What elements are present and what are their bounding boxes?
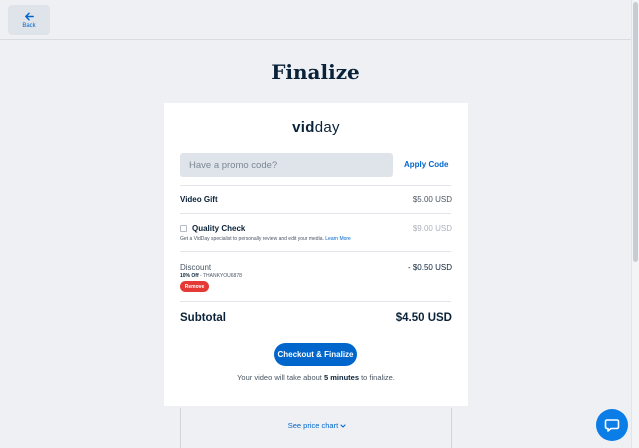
apply-code-button[interactable]: Apply Code	[404, 160, 448, 169]
card-torn-edge-top	[164, 100, 468, 104]
subtotal-value: $4.50 USD	[395, 312, 452, 324]
price-chart-panel: See price chart	[180, 408, 452, 448]
discount-code: 10% Off - THANKYOU6878	[180, 273, 242, 279]
discount-code-value: THANKYOU6878	[202, 273, 242, 279]
divider	[180, 251, 451, 252]
remove-discount-button[interactable]: Remove	[180, 281, 209, 292]
note-suffix: to finalize.	[361, 373, 395, 382]
logo-text-light: day	[314, 119, 340, 136]
video-gift-label: Video Gift	[180, 195, 218, 204]
discount-label: Discount	[180, 263, 212, 272]
discount-amount: - $0.50 USD	[407, 263, 452, 272]
quality-check-label: Quality Check	[192, 224, 246, 233]
subtotal-label: Subtotal	[180, 312, 226, 324]
video-gift-price: $5.00 USD	[412, 195, 452, 204]
quality-check-description: Get a VidDay specialist to personally re…	[180, 236, 351, 242]
top-bar: Back	[0, 0, 639, 40]
quality-check-checkbox[interactable]	[180, 225, 187, 232]
back-button[interactable]: Back	[8, 5, 50, 35]
order-summary-card: vidday Apply Code Video Gift $5.00 USD Q…	[164, 100, 468, 409]
divider	[180, 213, 451, 214]
promo-code-input[interactable]	[180, 153, 393, 177]
divider	[180, 301, 451, 302]
logo-text-bold: vid	[292, 119, 315, 136]
see-price-chart-link[interactable]: See price chart	[181, 421, 453, 430]
quality-check-description-text: Get a VidDay specialist to personally re…	[180, 236, 324, 242]
quality-check-price: $9.00 USD	[412, 224, 452, 233]
page-title: Finalize	[271, 60, 360, 84]
arrow-left-icon	[24, 12, 34, 21]
vidday-logo: vidday	[164, 119, 468, 136]
see-price-chart-label: See price chart	[287, 421, 339, 430]
learn-more-link[interactable]: Learn More	[325, 236, 351, 242]
divider	[180, 185, 451, 186]
discount-percent: 10% Off	[180, 273, 199, 279]
checkout-finalize-button[interactable]: Checkout & Finalize	[274, 343, 357, 366]
back-label: Back	[22, 23, 36, 29]
finalize-time-note: Your video will take about 5 minutes to …	[164, 373, 468, 382]
note-duration: 5 minutes	[323, 373, 359, 382]
chat-bubble-icon	[604, 419, 620, 432]
chevron-down-icon	[340, 424, 346, 428]
note-prefix: Your video will take about	[237, 373, 322, 382]
chat-launcher-button[interactable]	[596, 409, 628, 441]
scrollbar-thumb[interactable]	[633, 2, 638, 262]
page-scrollbar[interactable]	[631, 0, 639, 448]
